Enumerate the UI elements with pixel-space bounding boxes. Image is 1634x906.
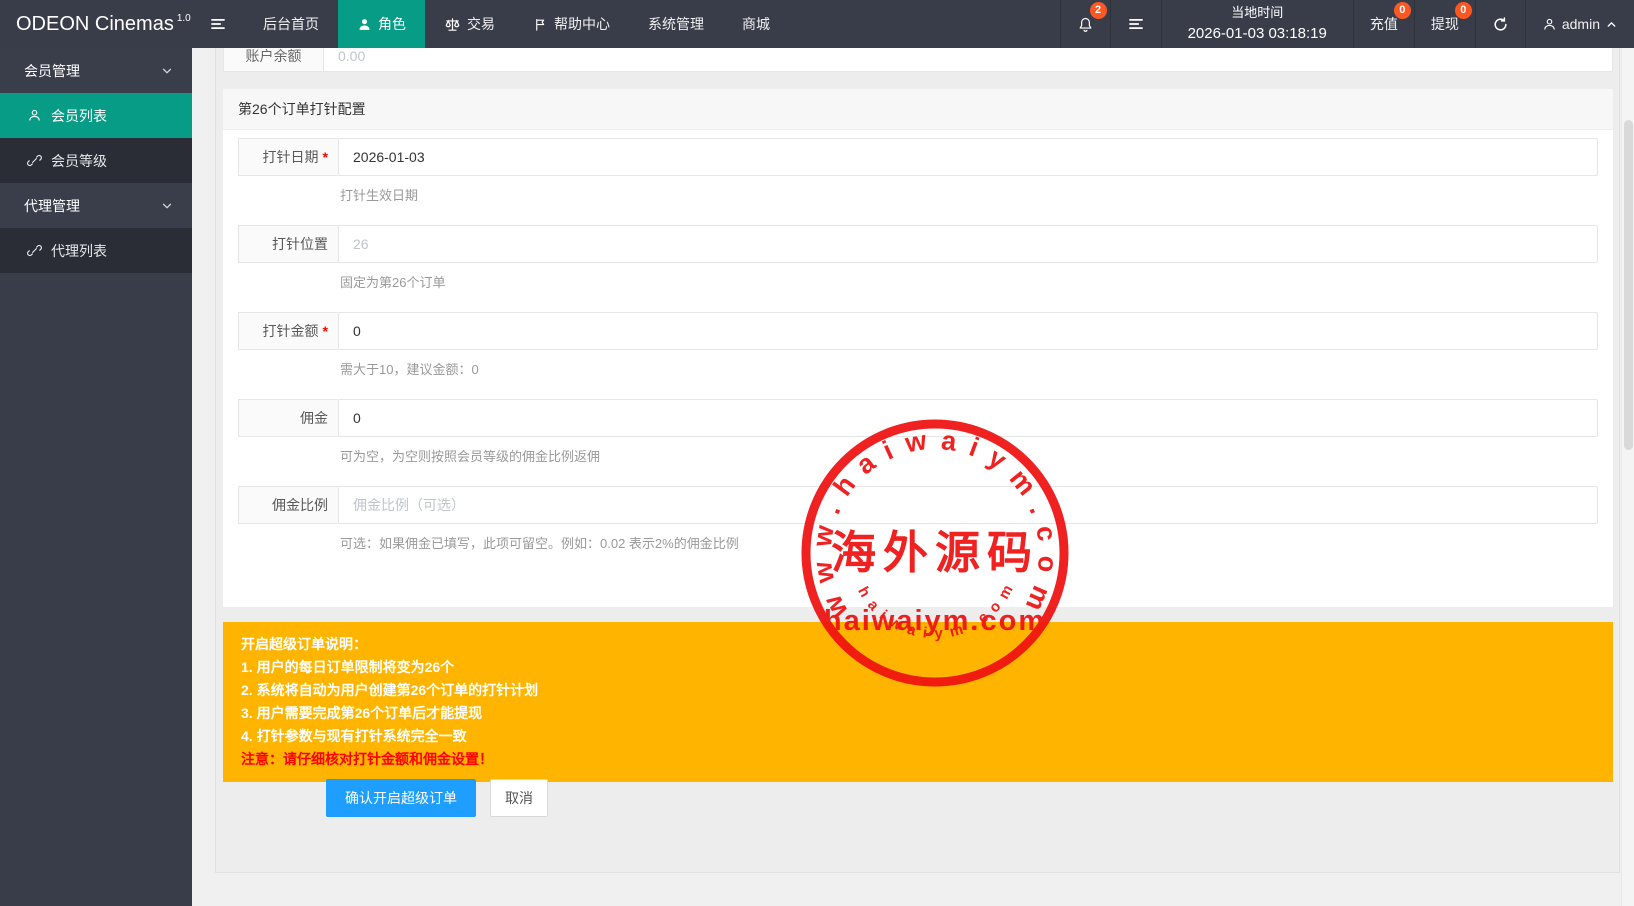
field-helper-text: 可选：如果佣金已填写，此项可留空。例如：0.02 表示2%的佣金比例 — [340, 533, 1598, 552]
injection-config-card: 第26个订单打针配置 打针日期 * 打针生效日期 — [223, 89, 1613, 607]
field-commission: 佣金 可为空，为空则按照会员等级的佣金比例返佣 — [238, 399, 1598, 465]
commission-input[interactable] — [339, 400, 1597, 436]
sidebar-group-agent-management[interactable]: 代理管理 — [0, 183, 192, 228]
field-helper-text: 可为空，为空则按照会员等级的佣金比例返佣 — [340, 446, 1598, 465]
refresh-icon — [1492, 16, 1509, 33]
sidebar-item-agent-list[interactable]: 代理列表 — [0, 228, 192, 273]
flag-icon — [533, 17, 548, 32]
local-time: 当地时间 2026-01-03 03:18:19 — [1161, 0, 1353, 48]
recharge-badge: 0 — [1394, 2, 1411, 19]
recharge-button[interactable]: 充值 0 — [1353, 0, 1414, 48]
app-logo-text: ODEON Cinemas — [16, 13, 174, 36]
notice-warning: 注意：请仔细核对打针金额和佣金设置！ — [241, 749, 1595, 770]
hamburger-icon — [209, 15, 227, 33]
field-helper-text: 固定为第26个订单 — [340, 272, 1598, 291]
app-logo-version: 1.0 — [177, 13, 191, 24]
link-icon — [27, 243, 42, 258]
form-panel: 账户余额 0.00 第26个订单打针配置 打针日期 * 打针生效日 — [215, 48, 1620, 873]
sidebar-item-member-level[interactable]: 会员等级 — [0, 138, 192, 183]
injection-amount-input[interactable] — [339, 313, 1597, 349]
super-order-notice: 开启超级订单说明： 1. 用户的每日订单限制将变为26个 2. 系统将自动为用户… — [223, 622, 1613, 782]
nav-item-help-center[interactable]: 帮助中心 — [514, 0, 629, 48]
field-injection-position: 打针位置 固定为第26个订单 — [238, 225, 1598, 291]
field-injection-amount: 打针金额 * 需大于10，建议金额：0 — [238, 312, 1598, 378]
field-label-text: 佣金 — [300, 408, 328, 428]
menu-toggle-button[interactable] — [1110, 0, 1161, 48]
field-label-text: 打针金额 — [263, 321, 319, 341]
chevron-down-icon — [160, 64, 174, 78]
nav-item-roles[interactable]: 角色 — [338, 0, 425, 48]
top-navbar: ODEON Cinemas 1.0 后台首页 角色 交易 帮助中心 系统管理 商… — [0, 0, 1634, 48]
withdraw-badge: 0 — [1455, 2, 1472, 19]
field-injection-date: 打针日期 * 打针生效日期 — [238, 138, 1598, 204]
scales-icon — [444, 16, 461, 33]
field-label-text: 佣金比例 — [272, 495, 328, 515]
local-time-value: 2026-01-03 03:18:19 — [1188, 23, 1327, 46]
sidebar-collapse-button[interactable] — [192, 0, 244, 48]
notice-line: 2. 系统将自动为用户创建第26个订单的打针计划 — [241, 680, 1595, 701]
required-asterisk: * — [323, 323, 328, 339]
injection-date-input[interactable] — [339, 139, 1597, 175]
section-title: 第26个订单打针配置 — [223, 89, 1613, 130]
injection-position-input — [339, 226, 1597, 262]
user-icon — [27, 108, 42, 123]
field-label-text: 打针日期 — [263, 147, 319, 167]
account-balance-label: 账户余额 — [224, 48, 324, 71]
sidebar-item-member-list[interactable]: 会员列表 — [0, 93, 192, 138]
field-helper-text: 需大于10，建议金额：0 — [340, 359, 1598, 378]
form-actions: 确认开启超级订单 取消 — [326, 779, 548, 817]
main-content: 账户余额 0.00 第26个订单打针配置 打针日期 * 打针生效日 — [192, 48, 1634, 906]
confirm-super-order-button[interactable]: 确认开启超级订单 — [326, 779, 476, 817]
notice-line: 1. 用户的每日订单限制将变为26个 — [241, 657, 1595, 678]
chevron-up-icon — [1605, 18, 1618, 31]
account-balance-row: 账户余额 0.00 — [223, 48, 1613, 72]
notifications-button[interactable]: 2 — [1060, 0, 1110, 48]
user-icon — [1542, 17, 1557, 32]
nav-item-system[interactable]: 系统管理 — [629, 0, 723, 48]
notifications-badge: 2 — [1090, 2, 1107, 19]
vertical-scrollbar[interactable] — [1621, 48, 1634, 906]
username: admin — [1562, 16, 1600, 32]
account-balance-value: 0.00 — [324, 48, 1612, 71]
bell-icon — [1077, 16, 1094, 33]
notice-line: 4. 打针参数与现有打针系统完全一致 — [241, 726, 1595, 747]
required-asterisk: * — [323, 149, 328, 165]
hamburger-icon — [1127, 15, 1145, 33]
user-icon — [357, 17, 372, 32]
notice-line: 3. 用户需要完成第26个订单后才能提现 — [241, 703, 1595, 724]
app-logo: ODEON Cinemas 1.0 — [0, 0, 192, 48]
sidebar: 会员管理 会员列表 会员等级 代理管理 代理列表 — [0, 48, 192, 906]
withdraw-button[interactable]: 提现 0 — [1414, 0, 1475, 48]
field-label-text: 打针位置 — [272, 234, 328, 254]
local-time-label: 当地时间 — [1188, 3, 1327, 23]
nav-item-mall[interactable]: 商城 — [723, 0, 789, 48]
scrollbar-thumb[interactable] — [1624, 120, 1633, 450]
sidebar-group-member-management[interactable]: 会员管理 — [0, 48, 192, 93]
link-icon — [27, 153, 42, 168]
user-menu[interactable]: admin — [1525, 0, 1634, 48]
field-commission-rate: 佣金比例 可选：如果佣金已填写，此项可留空。例如：0.02 表示2%的佣金比例 — [238, 486, 1598, 552]
refresh-button[interactable] — [1475, 0, 1525, 48]
chevron-down-icon — [160, 199, 174, 213]
notice-line: 开启超级订单说明： — [241, 634, 1595, 655]
cancel-button[interactable]: 取消 — [490, 779, 548, 817]
nav-item-dashboard[interactable]: 后台首页 — [244, 0, 338, 48]
nav-item-transactions[interactable]: 交易 — [425, 0, 514, 48]
field-helper-text: 打针生效日期 — [340, 185, 1598, 204]
commission-rate-input[interactable] — [339, 487, 1597, 523]
